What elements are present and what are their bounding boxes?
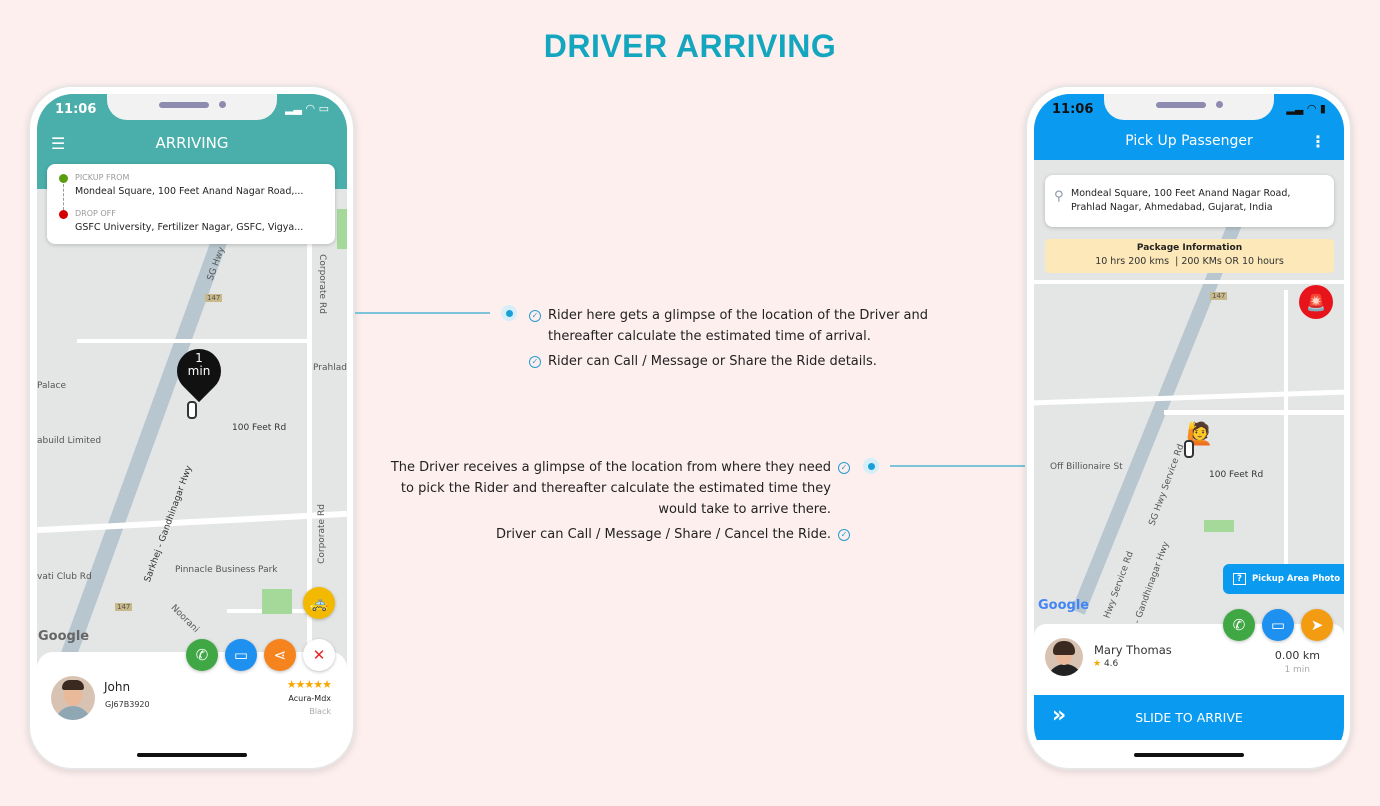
pickup-dot-icon bbox=[59, 174, 68, 183]
map-label: Palace bbox=[37, 381, 67, 391]
map-label: Prahlad bbox=[313, 363, 347, 373]
distance: 0.00 km bbox=[1274, 649, 1320, 662]
pickup-label: PICKUP FROM bbox=[75, 173, 130, 182]
dropoff-dot-icon bbox=[59, 210, 68, 219]
car-model: Acura-Mdx bbox=[288, 694, 331, 703]
home-indicator bbox=[1134, 753, 1244, 757]
driver-phone: 11:06 ▂▃ ◠ ▮ Pick Up Passenger ⋮ 147 SG … bbox=[1025, 85, 1352, 770]
map-label: abuild Limited bbox=[37, 436, 102, 446]
google-logo: Google bbox=[38, 629, 90, 644]
eta: 1 min bbox=[1284, 665, 1310, 675]
cancel-button[interactable]: ✕ bbox=[303, 639, 335, 671]
google-logo: Google bbox=[1038, 598, 1090, 613]
rider-phone: 11:06 ▂▃ ◠ ▭ ☰ ARRIVING SG Hwy Corporate… bbox=[28, 85, 355, 770]
rider-annotation: ✓ Rider here gets a glimpse of the locati… bbox=[529, 305, 989, 372]
driver-sheet: John GJ67B3920 ★★★★★ Acura-Mdx Black bbox=[37, 652, 347, 762]
map[interactable]: 147 SG Hwy Service Rd Off Billionaire St… bbox=[1034, 160, 1344, 630]
passenger-avatar bbox=[1045, 638, 1083, 676]
map-label: SG Hwy Service Rd bbox=[1147, 442, 1187, 528]
marker-dot bbox=[501, 305, 517, 321]
pickup-address: Mondeal Square, 100 Feet Anand Nagar Roa… bbox=[1071, 188, 1291, 213]
pickup-address[interactable]: Mondeal Square, 100 Feet Anand Nagar Roa… bbox=[75, 186, 303, 197]
passenger-name: Mary Thomas bbox=[1094, 643, 1172, 657]
notch bbox=[107, 94, 277, 120]
map-label: Noorani bbox=[168, 603, 201, 635]
navigate-button[interactable]: ➤ bbox=[1301, 609, 1333, 641]
slide-to-arrive[interactable]: » SLIDE TO ARRIVE bbox=[1034, 695, 1344, 740]
driver-name: John bbox=[104, 680, 131, 694]
map[interactable]: SG Hwy Corporate Rd 147 Prahlad Palace 1… bbox=[37, 189, 347, 659]
car-icon bbox=[1184, 440, 1194, 458]
sos-alarm-button[interactable]: 🚨 bbox=[1299, 285, 1333, 319]
check-icon: ✓ bbox=[529, 310, 541, 322]
map-label: Pinnacle Business Park bbox=[175, 565, 278, 575]
map-label: 100 Feet Rd bbox=[232, 423, 287, 433]
page-title: DRIVER ARRIVING bbox=[543, 28, 837, 64]
question-icon: ? bbox=[1233, 573, 1246, 585]
check-icon: ✓ bbox=[529, 356, 541, 368]
car-icon bbox=[187, 401, 197, 419]
marker-dot bbox=[863, 458, 879, 474]
address-card: ⚲ Mondeal Square, 100 Feet Anand Nagar R… bbox=[1045, 175, 1334, 227]
header-title: ARRIVING bbox=[155, 134, 229, 152]
header-title: Pick Up Passenger bbox=[1125, 133, 1253, 149]
map-label: Corporate Rd bbox=[316, 504, 327, 564]
driver-location-icon[interactable]: 🚕 bbox=[303, 587, 335, 619]
share-button[interactable]: ⋖ bbox=[264, 639, 296, 671]
star-icon: ★ bbox=[1093, 659, 1102, 669]
call-button[interactable]: ✆ bbox=[1223, 609, 1255, 641]
driver-plate: GJ67B3920 bbox=[105, 700, 150, 709]
passenger-rating: ★ 4.6 bbox=[1093, 659, 1119, 669]
map-label: vati Club Rd bbox=[37, 572, 92, 582]
passenger-sheet: Mary Thomas ★ 4.6 0.00 km 1 min » SLIDE … bbox=[1034, 624, 1344, 762]
pickup-area-photo-button[interactable]: ? Pickup Area Photo bbox=[1223, 564, 1344, 594]
car-color: Black bbox=[309, 707, 331, 716]
dropoff-address[interactable]: GSFC University, Fertilizer Nagar, GSFC,… bbox=[75, 222, 303, 233]
check-icon: ✓ bbox=[838, 529, 850, 541]
more-options-icon[interactable]: ⋮ bbox=[1310, 132, 1326, 151]
connector-line bbox=[890, 465, 1026, 467]
package-info: Package Information 10 hrs 200 kms | 200… bbox=[1045, 239, 1334, 273]
check-icon: ✓ bbox=[838, 462, 850, 474]
map-label: 100 Feet Rd bbox=[1209, 470, 1264, 480]
status-time: 11:06 bbox=[1052, 102, 1094, 117]
message-button[interactable]: ▭ bbox=[1262, 609, 1294, 641]
home-indicator bbox=[137, 753, 247, 757]
status-icons: ▂▃ ◠ ▭ bbox=[285, 102, 329, 115]
route-card: PICKUP FROM Mondeal Square, 100 Feet Ana… bbox=[47, 164, 335, 244]
status-icons: ▂▃ ◠ ▮ bbox=[1286, 102, 1326, 115]
location-pin-icon: ⚲ bbox=[1054, 189, 1064, 204]
driver-avatar bbox=[51, 676, 95, 720]
map-label: 147 bbox=[205, 294, 223, 302]
dropoff-label: DROP OFF bbox=[75, 209, 116, 218]
call-button[interactable]: ✆ bbox=[186, 639, 218, 671]
status-time: 11:06 bbox=[55, 102, 97, 117]
map-label: Corporate Rd bbox=[316, 254, 327, 314]
notch bbox=[1104, 94, 1274, 120]
rating-stars: ★★★★★ bbox=[286, 678, 332, 691]
map-label: 147 bbox=[1210, 292, 1228, 300]
driver-annotation: The Driver receives a glimpse of the loc… bbox=[380, 457, 850, 545]
message-button[interactable]: ▭ bbox=[225, 639, 257, 671]
map-label: 147 bbox=[115, 603, 133, 611]
map-label: Hwy Service Rd bbox=[1102, 550, 1136, 620]
map-label: Off Billionaire St bbox=[1050, 462, 1123, 472]
eta-pin-label: 1 min bbox=[187, 351, 211, 378]
connector-line bbox=[355, 312, 490, 314]
